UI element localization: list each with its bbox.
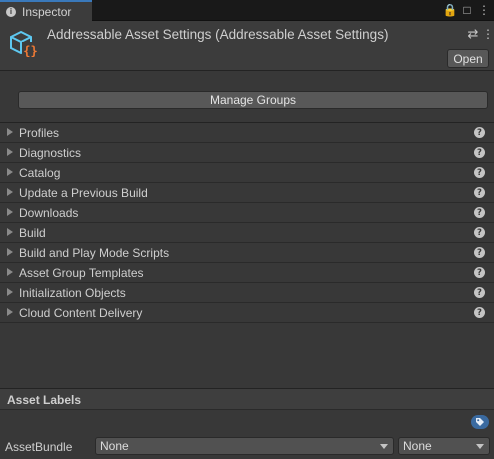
help-icon[interactable]: ? (474, 187, 485, 198)
asset-bundle-dropdown[interactable]: None (95, 437, 394, 455)
manage-groups-button[interactable]: Manage Groups (18, 91, 488, 109)
foldout-label: Cloud Content Delivery (19, 306, 143, 320)
help-icon[interactable]: ? (474, 287, 485, 298)
asset-bundle-label: AssetBundle (5, 440, 73, 454)
asset-bundle-value: None (100, 439, 129, 453)
maximize-icon[interactable]: □ (461, 3, 473, 17)
chevron-down-icon (476, 444, 484, 449)
foldout-arrow-icon (7, 268, 13, 276)
help-icon[interactable]: ? (474, 267, 485, 278)
kebab-menu-icon[interactable]: ⋮ (478, 3, 490, 17)
label-tag-button[interactable] (471, 415, 489, 429)
foldout-cloud-content-delivery[interactable]: Cloud Content Delivery ? (0, 303, 494, 323)
help-icon[interactable]: ? (474, 167, 485, 178)
tab-bar: i Inspector 🔒 □ ⋮ (0, 0, 494, 21)
foldout-label: Build (19, 226, 46, 240)
tab-controls: 🔒 □ ⋮ (443, 3, 490, 17)
chevron-down-icon (380, 444, 388, 449)
help-icon[interactable]: ? (474, 127, 485, 138)
foldout-sections: Profiles ? Diagnostics ? Catalog ? Updat… (0, 123, 494, 323)
help-icon[interactable]: ? (474, 307, 485, 318)
help-icon[interactable]: ? (474, 147, 485, 158)
inspector-header: {} Addressable Asset Settings (Addressab… (0, 21, 494, 70)
foldout-label: Diagnostics (19, 146, 82, 160)
help-icon[interactable]: ? (474, 247, 485, 258)
foldout-arrow-icon (7, 188, 13, 196)
foldout-downloads[interactable]: Downloads ? (0, 203, 494, 223)
foldout-initialization-objects[interactable]: Initialization Objects ? (0, 283, 494, 303)
lock-icon[interactable]: 🔒 (443, 3, 458, 17)
foldout-arrow-icon (7, 208, 13, 216)
tab-inspector[interactable]: i Inspector (0, 0, 92, 21)
foldout-label: Catalog (19, 166, 61, 180)
asset-labels-title: Asset Labels (7, 393, 82, 407)
foldout-arrow-icon (7, 308, 13, 316)
foldout-label: Initialization Objects (19, 286, 126, 300)
svg-text:{}: {} (23, 44, 37, 58)
asset-bundle-row: AssetBundle None None (0, 436, 494, 456)
foldout-asset-group-templates[interactable]: Asset Group Templates ? (0, 263, 494, 283)
foldout-arrow-icon (7, 248, 13, 256)
foldout-label: Asset Group Templates (19, 266, 144, 280)
foldout-arrow-icon (7, 288, 13, 296)
foldout-arrow-icon (7, 148, 13, 156)
divider (0, 70, 494, 71)
open-button[interactable]: Open (447, 49, 489, 68)
presets-icon[interactable]: ⇄ (466, 26, 480, 41)
tag-icon (476, 418, 484, 426)
asset-title: Addressable Asset Settings (Addressable … (47, 27, 389, 42)
help-icon[interactable]: ? (474, 227, 485, 238)
foldout-arrow-icon (7, 228, 13, 236)
info-icon: i (6, 6, 16, 17)
foldout-diagnostics[interactable]: Diagnostics ? (0, 143, 494, 163)
foldout-update-previous-build[interactable]: Update a Previous Build ? (0, 183, 494, 203)
asset-labels-header: Asset Labels (0, 389, 494, 410)
asset-bundle-variant-value: None (403, 439, 432, 453)
addressable-settings-icon: {} (10, 30, 39, 58)
foldout-label: Update a Previous Build (19, 186, 148, 200)
foldout-catalog[interactable]: Catalog ? (0, 163, 494, 183)
foldout-profiles[interactable]: Profiles ? (0, 123, 494, 143)
tab-label: Inspector (22, 4, 72, 19)
foldout-build-play-mode-scripts[interactable]: Build and Play Mode Scripts ? (0, 243, 494, 263)
context-menu-icon[interactable]: ⋮ (482, 27, 494, 41)
foldout-arrow-icon (7, 128, 13, 136)
foldout-label: Profiles (19, 126, 60, 140)
foldout-build[interactable]: Build ? (0, 223, 494, 243)
help-icon[interactable]: ? (474, 207, 485, 218)
asset-bundle-variant-dropdown[interactable]: None (398, 437, 490, 455)
foldout-label: Build and Play Mode Scripts (19, 246, 170, 260)
foldout-arrow-icon (7, 168, 13, 176)
foldout-label: Downloads (19, 206, 79, 220)
